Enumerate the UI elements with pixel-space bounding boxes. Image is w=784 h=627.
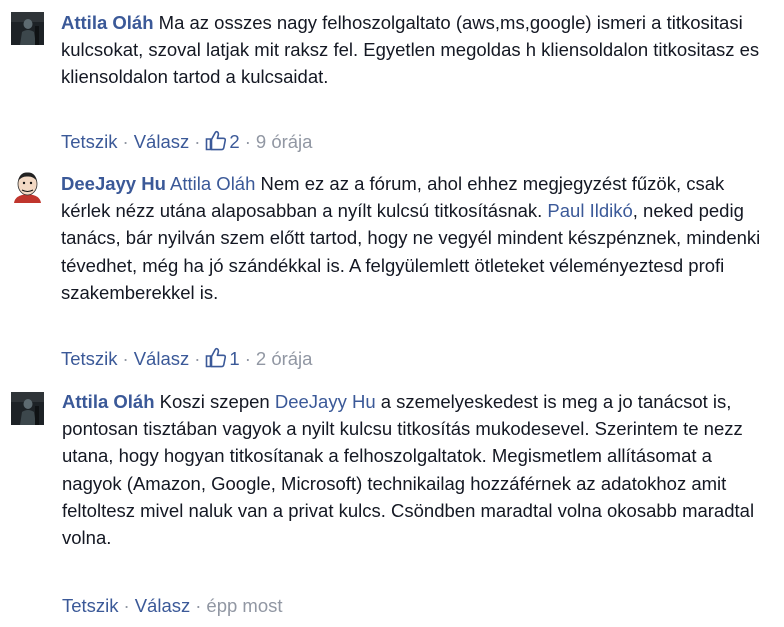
like-count: 2	[229, 131, 240, 152]
comment-body: Attila Oláh Ma az osszes nagy felhoszolg…	[61, 9, 761, 91]
thumbs-up-icon	[205, 130, 227, 151]
like-link[interactable]: Tetszik	[61, 131, 118, 152]
comment-actions: Tetszik · Válasz · 1 · 2 órája	[61, 347, 312, 371]
reply-link[interactable]: Válasz	[134, 348, 190, 369]
separator-dot: ·	[123, 595, 130, 616]
separator-dot: ·	[244, 131, 251, 152]
separator-dot: ·	[122, 348, 129, 369]
separator-dot: ·	[194, 348, 201, 369]
separator-dot: ·	[194, 131, 201, 152]
like-link[interactable]: Tetszik	[62, 595, 119, 616]
comment-author[interactable]: DeeJayy Hu	[61, 173, 166, 194]
comment-actions: Tetszik · Válasz · 2 · 9 órája	[61, 130, 312, 154]
comment-author[interactable]: Attila Oláh	[61, 12, 154, 33]
like-count-button[interactable]: 1	[205, 347, 240, 369]
reply-link[interactable]: Válasz	[135, 595, 191, 616]
comment-text: Ma az osszes nagy felhoszolgaltato (aws,…	[61, 12, 760, 88]
thumbs-up-icon	[205, 347, 227, 368]
like-count: 1	[229, 348, 240, 369]
like-count-button[interactable]: 2	[205, 130, 240, 152]
user-photo-icon	[11, 12, 44, 45]
comment-actions: Tetszik · Válasz · épp most	[62, 594, 283, 618]
timestamp[interactable]: 2 órája	[256, 348, 313, 369]
user-photo-icon	[11, 170, 44, 203]
comment-body: Attila Oláh Koszi szepen DeeJayy Hu a sz…	[62, 388, 762, 551]
user-photo-icon	[11, 392, 44, 425]
comment-body: DeeJayy Hu Attila Oláh Nem ez az a fórum…	[61, 170, 761, 306]
mention-link[interactable]: Paul Ildikó	[547, 200, 632, 221]
mention-link[interactable]: DeeJayy Hu	[275, 391, 376, 412]
separator-dot: ·	[244, 348, 251, 369]
comment-text: Koszi szepen	[154, 391, 275, 412]
timestamp[interactable]: 9 órája	[256, 131, 313, 152]
timestamp[interactable]: épp most	[206, 595, 282, 616]
mention-link[interactable]: Attila Oláh	[170, 173, 255, 194]
comment-author[interactable]: Attila Oláh	[62, 391, 155, 412]
avatar[interactable]	[11, 12, 44, 45]
reply-link[interactable]: Válasz	[134, 131, 190, 152]
avatar[interactable]	[11, 392, 44, 425]
separator-dot: ·	[195, 595, 202, 616]
avatar[interactable]	[11, 170, 44, 203]
like-link[interactable]: Tetszik	[61, 348, 118, 369]
comment-text: a szemelyeskedest is meg a jo tanácsot i…	[62, 391, 755, 549]
separator-dot: ·	[122, 131, 129, 152]
